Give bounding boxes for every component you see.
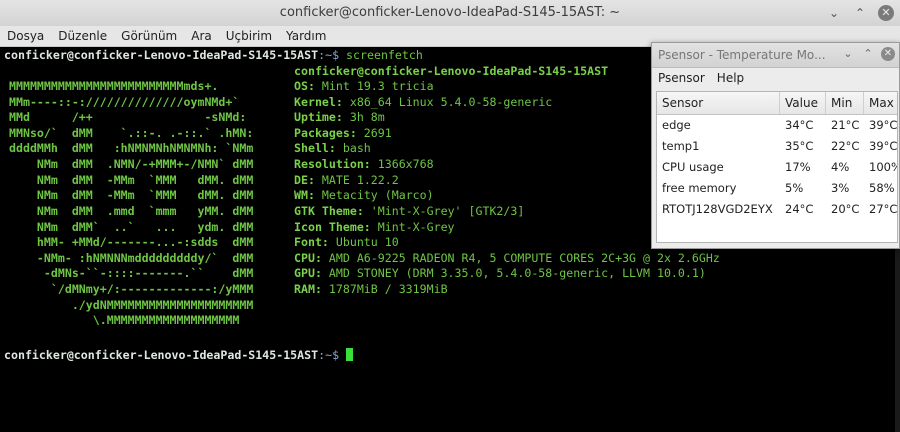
sensor-min: 21°C <box>831 118 860 132</box>
sensor-value: 34°C <box>785 118 814 132</box>
menu-view[interactable]: Görünüm <box>114 26 184 46</box>
sensor-min: 3% <box>831 181 850 195</box>
sensor-max: 39°C <box>869 139 897 153</box>
close-icon[interactable]: ✕ <box>878 5 894 21</box>
info-line: Shell: bash <box>294 141 371 155</box>
psensor-menubar: Psensor Help <box>652 68 899 88</box>
command-line: conficker@conficker-Lenovo-IdeaPad-S145-… <box>4 48 423 64</box>
command-text: screenfetch <box>339 48 423 62</box>
info-line: Uptime: 3h 8m <box>294 110 385 124</box>
logo-art-line: NMm dMM .NMN/-+MMM+-/NMN` dMM <box>9 157 254 171</box>
table-row[interactable]: CPU usage 17% 4% 100% <box>657 157 897 178</box>
sensor-max: 27°C <box>869 202 897 216</box>
logo-art-line: MMm----::-://////////////oymNMd+` <box>9 95 240 109</box>
logo-art-line: ./ydNMMMMMMMMMMMMMMMMMMMMM <box>9 298 254 312</box>
psensor-window: Psensor - Temperature Mo... ⌄ ⌃ ✕ Psenso… <box>651 42 900 249</box>
info-line: OS: Mint 19.3 tricia <box>294 79 434 93</box>
info-line: RAM: 1787MiB / 3319MiB <box>294 282 448 296</box>
psensor-title: Psensor - Temperature Mo... <box>658 48 826 62</box>
logo-art-line: NMm dMM -MMm `MMM dMM. dMM <box>9 188 254 202</box>
menu-help[interactable]: Yardım <box>279 26 333 46</box>
info-line: DE: MATE 1.22.2 <box>294 173 399 187</box>
logo-art-line: MMMMMMMMMMMMMMMMMMMMMMMMMmds+. <box>9 79 219 93</box>
terminal-cursor <box>346 348 354 361</box>
info-line: CPU: AMD A6-9225 RADEON R4, 5 COMPUTE CO… <box>294 251 720 265</box>
info-line: GPU: AMD STONEY (DRM 3.35.0, 5.4.0-58-ge… <box>294 266 706 280</box>
column-header-max[interactable]: Max <box>864 92 897 114</box>
sensor-name: RTOTJ128VGD2EYX <box>662 202 773 216</box>
column-header-min[interactable]: Min <box>826 92 864 114</box>
logo-art-line: MMNso/` dMM `.::-. .-::.` .hMN: <box>9 126 254 140</box>
logo-art-line: NMm dMM` ..` ... ydm. dMM <box>9 220 254 234</box>
logo-art-line: MMd /++ -sNMd: <box>9 110 247 124</box>
psensor-menu-psensor[interactable]: Psensor <box>652 68 711 88</box>
logo-art-line: ddddMMh dMM :hNMNMNhNMNMNh: `NMm <box>9 141 254 155</box>
menu-terminal[interactable]: Uçbirim <box>219 26 279 46</box>
menu-file[interactable]: Dosya <box>0 26 51 46</box>
sensor-name: free memory <box>662 181 737 195</box>
table-row[interactable]: edge 34°C 21°C 39°C <box>657 115 897 136</box>
minimize-icon[interactable]: ⌄ <box>826 5 842 21</box>
logo-art-line: `/dMNmy+/:-------------:/yMMM <box>9 282 254 296</box>
prompt-path: :~$ <box>318 48 340 62</box>
logo-art-line: hMM- +MMd/-------...-:sdds dMM <box>9 235 254 249</box>
table-row[interactable]: temp1 35°C 22°C 39°C <box>657 136 897 157</box>
window-titlebar[interactable]: conficker@conficker-Lenovo-IdeaPad-S145-… <box>0 0 900 27</box>
info-line: WM: Metacity (Marco) <box>294 188 434 202</box>
logo-art-line: -NMm- :hNMNNNmdddddddddy/` dMM <box>9 251 254 265</box>
prompt-user: conficker@conficker-Lenovo-IdeaPad-S145-… <box>4 48 319 62</box>
sensor-value: 5% <box>785 181 804 195</box>
table-row[interactable]: RTOTJ128VGD2EYX 24°C 20°C 27°C <box>657 199 897 220</box>
sensor-min: 20°C <box>831 202 860 216</box>
psensor-close-icon[interactable]: ✕ <box>881 47 895 61</box>
menu-edit[interactable]: Düzenle <box>51 26 114 46</box>
sensor-name: edge <box>662 118 691 132</box>
sensor-min: 22°C <box>831 139 860 153</box>
logo-art-line: NMm dMM -MMm `MMM dMM. dMM <box>9 173 254 187</box>
sensor-max: 58% <box>869 181 895 195</box>
info-line: Kernel: x86_64 Linux 5.4.0-58-generic <box>294 95 553 109</box>
current-prompt-line: conficker@conficker-Lenovo-IdeaPad-S145-… <box>4 348 354 364</box>
sensor-max: 100% <box>869 160 897 174</box>
prompt-path: :~$ <box>318 348 340 362</box>
prompt-user: conficker@conficker-Lenovo-IdeaPad-S145-… <box>4 348 319 362</box>
sensor-value: 17% <box>785 160 811 174</box>
maximize-icon[interactable]: ⌃ <box>852 5 868 21</box>
info-line: GTK Theme: 'Mint-X-Grey' [GTK2/3] <box>294 204 525 218</box>
psensor-titlebar[interactable]: Psensor - Temperature Mo... ⌄ ⌃ ✕ <box>652 43 899 68</box>
psensor-menu-help[interactable]: Help <box>711 68 750 88</box>
logo-art-line: NMm dMM .mmd `mmm yMM. dMM <box>9 204 254 218</box>
sensor-max: 39°C <box>869 118 897 132</box>
psensor-minimize-icon[interactable]: ⌄ <box>841 47 855 61</box>
info-line: Packages: 2691 <box>294 126 392 140</box>
info-line: Font: Ubuntu 10 <box>294 235 399 249</box>
sensor-min: 4% <box>831 160 850 174</box>
psensor-maximize-icon[interactable]: ⌃ <box>861 47 875 61</box>
window-title: conficker@conficker-Lenovo-IdeaPad-S145-… <box>279 5 621 20</box>
sensor-table: Sensor Value Min Max edge 34°C 21°C 39°C… <box>656 91 898 243</box>
sensor-table-header: Sensor Value Min Max <box>657 92 897 115</box>
info-line: Resolution: 1366x768 <box>294 157 434 171</box>
sensor-name: CPU usage <box>662 160 724 174</box>
sensor-name: temp1 <box>662 139 700 153</box>
menu-search[interactable]: Ara <box>184 26 219 46</box>
table-row[interactable]: free memory 5% 3% 58% <box>657 178 897 199</box>
info-line: Icon Theme: Mint-X-Grey <box>294 220 455 234</box>
column-header-sensor[interactable]: Sensor <box>657 92 780 114</box>
logo-art-line: \.MMMMMMMMMMMMMMMMMMM <box>9 313 240 327</box>
logo-art-line: -dMNs-``-::::-------.`` dMM <box>9 266 254 280</box>
column-header-value[interactable]: Value <box>780 92 826 114</box>
sensor-value: 35°C <box>785 139 814 153</box>
info-header: conficker@conficker-Lenovo-IdeaPad-S145-… <box>294 64 609 78</box>
sensor-value: 24°C <box>785 202 814 216</box>
